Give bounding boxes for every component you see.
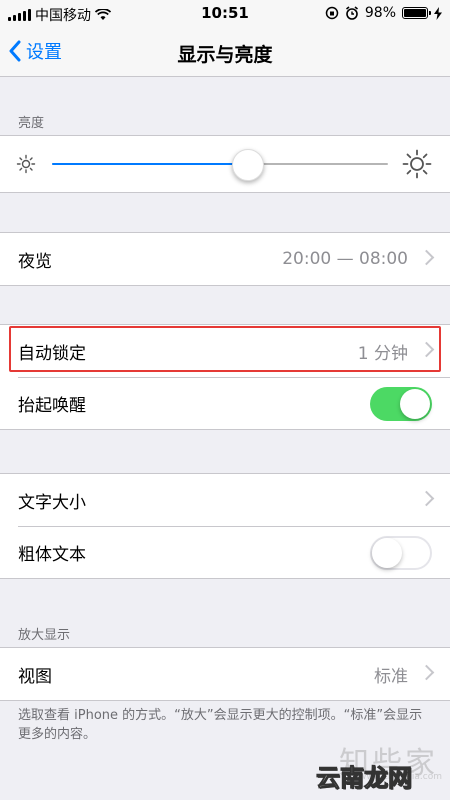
chevron-right-icon <box>418 341 435 358</box>
brightness-slider[interactable] <box>52 149 388 181</box>
status-bar: 中国移动 10:51 98% <box>0 0 450 28</box>
auto-lock-value: 1 分钟 <box>357 343 408 364</box>
raise-to-wake-row: 抬起唤醒 <box>0 377 450 429</box>
bold-text-label: 粗体文本 <box>18 544 86 565</box>
night-shift-label: 夜览 <box>18 251 52 272</box>
text-size-row[interactable]: 文字大小 <box>0 474 450 526</box>
battery-percent: 98% <box>364 5 396 21</box>
display-zoom-group: 视图 标准 <box>0 647 450 701</box>
brightness-slider-row <box>0 136 450 192</box>
text-group: 文字大小 粗体文本 <box>0 473 450 579</box>
bold-text-toggle[interactable] <box>370 536 432 570</box>
chevron-right-icon <box>418 664 435 681</box>
chevron-right-icon <box>418 490 435 507</box>
view-row[interactable]: 视图 标准 <box>0 648 450 700</box>
alarm-icon <box>345 6 358 20</box>
battery-icon <box>402 7 431 19</box>
brightness-slider-thumb[interactable] <box>231 149 264 181</box>
chevron-right-icon <box>418 249 435 266</box>
display-zoom-header: 放大显示 <box>18 628 71 643</box>
bold-text-row: 粗体文本 <box>0 526 450 578</box>
night-shift-group: 夜览 20:00 — 08:00 <box>0 232 450 286</box>
lock-group: 自动锁定 1 分钟 抬起唤醒 <box>0 324 450 430</box>
brightness-header: 亮度 <box>18 116 45 131</box>
view-value: 标准 <box>374 666 408 687</box>
view-label: 视图 <box>18 666 52 687</box>
raise-to-wake-toggle[interactable] <box>370 387 432 421</box>
watermark-site: 云南龙网 <box>316 764 413 793</box>
night-shift-row[interactable]: 夜览 20:00 — 08:00 <box>0 233 450 285</box>
sun-small-icon <box>16 154 36 174</box>
orientation-lock-icon <box>325 6 339 20</box>
night-shift-value: 20:00 — 08:00 <box>282 249 408 269</box>
sun-large-icon <box>402 149 432 179</box>
brightness-group <box>0 135 450 193</box>
auto-lock-label: 自动锁定 <box>18 343 86 364</box>
auto-lock-row[interactable]: 自动锁定 1 分钟 <box>0 325 450 377</box>
page-title: 显示与亮度 <box>177 44 273 66</box>
charging-bolt-icon <box>434 6 442 20</box>
raise-to-wake-label: 抬起唤醒 <box>18 395 86 416</box>
navigation-bar: 设置 显示与亮度 <box>0 28 450 77</box>
brightness-slider-fill <box>52 163 247 165</box>
text-size-label: 文字大小 <box>18 492 86 513</box>
